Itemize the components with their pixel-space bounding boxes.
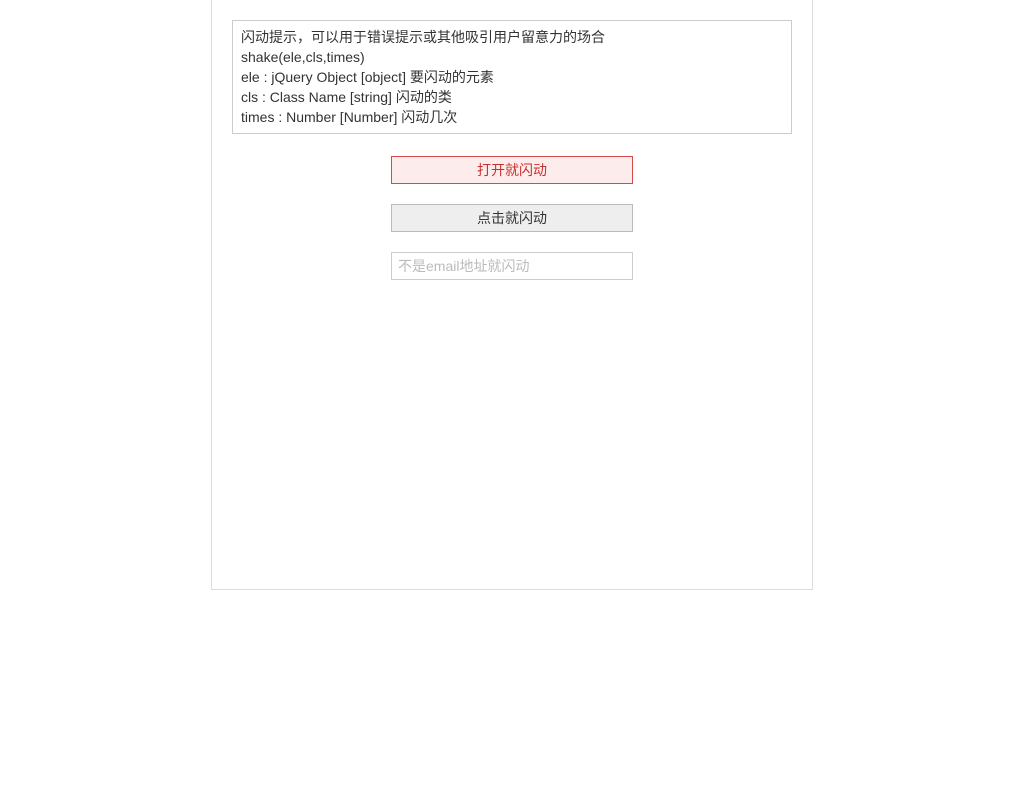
email-input[interactable] (391, 252, 633, 280)
click-shake-button[interactable]: 点击就闪动 (391, 204, 633, 232)
desc-line-4: cls : Class Name [string] 闪动的类 (241, 87, 783, 107)
desc-line-3: ele : jQuery Object [object] 要闪动的元素 (241, 67, 783, 87)
desc-line-5: times : Number [Number] 闪动几次 (241, 107, 783, 127)
demo-container: 闪动提示，可以用于错误提示或其他吸引用户留意力的场合 shake(ele,cls… (211, 0, 813, 590)
controls-column: 打开就闪动 点击就闪动 (391, 156, 633, 280)
description-box: 闪动提示，可以用于错误提示或其他吸引用户留意力的场合 shake(ele,cls… (232, 20, 792, 134)
desc-line-2: shake(ele,cls,times) (241, 47, 783, 67)
open-shake-button[interactable]: 打开就闪动 (391, 156, 633, 184)
desc-line-1: 闪动提示，可以用于错误提示或其他吸引用户留意力的场合 (241, 27, 783, 47)
